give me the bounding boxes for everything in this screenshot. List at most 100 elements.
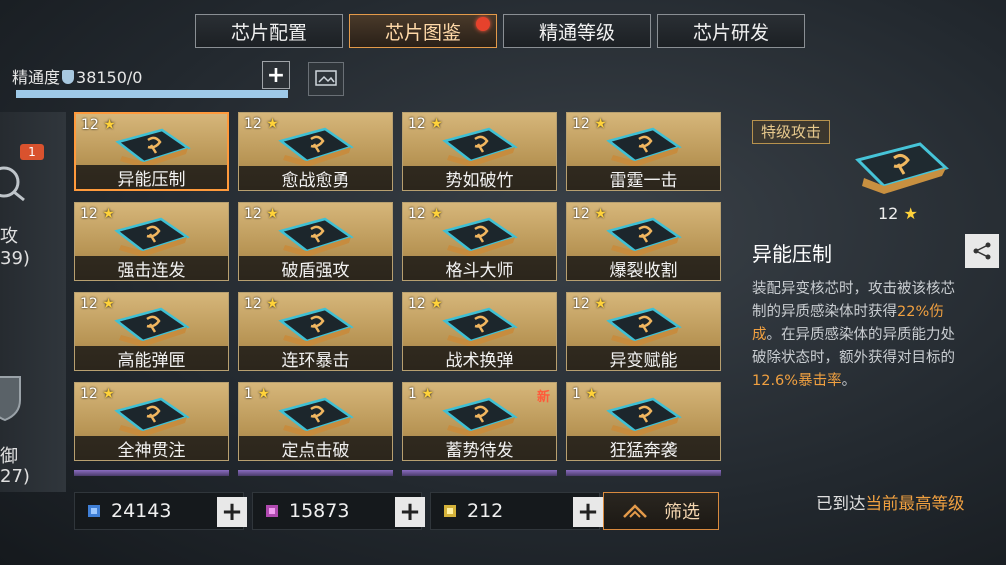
chip-card[interactable]: 1 ★ 定点击破	[238, 382, 393, 461]
chip-icon	[278, 307, 354, 347]
chip-card[interactable]: 12 ★ 战术换弹	[402, 292, 557, 371]
chip-level-value: 1	[244, 386, 253, 402]
resource-gold: 212 +	[430, 492, 603, 530]
description-line: 成。在异质感染体的异质能力处	[752, 324, 1006, 347]
chip-name: 愈战愈勇	[239, 166, 392, 190]
add-resource-button[interactable]: +	[573, 497, 603, 527]
chip-detail-panel: 特级攻击 12 ★ 异能压制 装配异变核芯时，攻击被该核芯 制的异质感染体时获得2…	[740, 112, 1006, 532]
description-line: 破除状态时，额外获得对目标的	[752, 347, 1006, 370]
chip-name: 爆裂收割	[567, 256, 720, 280]
chip-name: 蓄势待发	[403, 436, 556, 460]
resource-value: 24143	[111, 500, 172, 522]
mastery-progress-fill	[16, 90, 288, 98]
star-icon: ★	[421, 386, 434, 402]
max-level-highlight: 当前最高等级	[865, 494, 965, 513]
chip-icon	[114, 307, 190, 347]
tab-chip-config[interactable]: 芯片配置	[195, 14, 343, 48]
add-resource-button[interactable]: +	[395, 497, 425, 527]
chip-card[interactable]: 12 ★ 异能压制	[74, 112, 229, 191]
chip-card[interactable]: 12 ★ 破盾强攻	[238, 202, 393, 281]
chip-name: 高能弹匣	[75, 346, 228, 370]
chip-card[interactable]: 12 ★ 雷霆一击	[566, 112, 721, 191]
chip-card[interactable]: 1 ★ 新 蓄势待发	[402, 382, 557, 461]
chip-name: 战术换弹	[403, 346, 556, 370]
chip-name: 全神贯注	[75, 436, 228, 460]
description-text: 破除状态时，额外获得对目标的	[752, 350, 955, 366]
chip-level: 12 ★	[80, 386, 115, 402]
chip-name: 定点击破	[239, 436, 392, 460]
chip-level: 12 ★	[878, 204, 918, 223]
chip-grid: 12 ★ 异能压制 12 ★ 愈战愈勇 12 ★ 势如破竹 12 ★ 雷霆一击 …	[74, 112, 721, 461]
chip-card[interactable]: 12 ★ 愈战愈勇	[238, 112, 393, 191]
chip-name: 异变赋能	[567, 346, 720, 370]
chip-description: 装配异变核芯时，攻击被该核芯 制的异质感染体时获得22%伤 成。在异质感染体的异质能…	[752, 278, 1006, 393]
chip-card[interactable]: 12 ★ 连环暴击	[238, 292, 393, 371]
chip-card[interactable]: 12 ★ 异变赋能	[566, 292, 721, 371]
notification-badge: 1	[20, 144, 44, 160]
chip-name: 势如破竹	[403, 166, 556, 190]
chip-icon	[606, 217, 682, 257]
filter-label: 筛选	[664, 502, 700, 523]
mastery-value: 38150/0	[76, 68, 143, 87]
mastery-panel: 精通度 38150/0	[0, 60, 300, 104]
chip-level-value: 12	[81, 117, 99, 133]
chip-icon	[442, 127, 518, 167]
tab-label: 芯片研发	[692, 21, 769, 44]
chip-card[interactable]: 1 ★ 狂猛奔袭	[566, 382, 721, 461]
share-icon[interactable]	[965, 234, 999, 268]
shield-icon[interactable]	[0, 372, 30, 422]
gallery-icon[interactable]	[308, 62, 344, 96]
crosshair-icon[interactable]	[0, 162, 30, 202]
description-highlight: 22%伤	[897, 304, 944, 320]
tab-mastery-level[interactable]: 精通等级	[503, 14, 651, 48]
chip-card[interactable]: 12 ★ 强击连发	[74, 202, 229, 281]
tab-chip-codex[interactable]: 芯片图鉴	[349, 14, 497, 48]
chip-name: 异能压制	[76, 165, 227, 189]
chip-icon	[606, 397, 682, 437]
chip-card[interactable]: 12 ★ 势如破竹	[402, 112, 557, 191]
tab-chip-research[interactable]: 芯片研发	[657, 14, 805, 48]
chip-level: 12 ★	[572, 296, 607, 312]
star-icon: ★	[903, 204, 918, 223]
filter-icon	[623, 504, 647, 518]
shield-icon	[62, 70, 75, 84]
chip-level: 12 ★	[244, 116, 279, 132]
chip-icon	[115, 128, 191, 168]
add-resource-button[interactable]: +	[217, 497, 247, 527]
chip-icon	[278, 217, 354, 257]
description-text: 装配异变核芯时，攻击被该核芯	[752, 281, 955, 297]
description-highlight: 12.6%暴击率	[752, 373, 842, 389]
star-icon: ★	[257, 386, 270, 402]
chip-level-value: 12	[878, 204, 899, 223]
top-tab-bar: 芯片配置 芯片图鉴 精通等级 芯片研发	[195, 14, 805, 48]
chip-level-value: 12	[408, 116, 426, 132]
description-line: 12.6%暴击率。	[752, 370, 1006, 393]
chip-name: 破盾强攻	[239, 256, 392, 280]
chip-level-value: 12	[572, 206, 590, 222]
chip-card[interactable]: 12 ★ 爆裂收割	[566, 202, 721, 281]
resource-bar: 24143 + 15873 + 212 +	[74, 492, 603, 530]
next-row-peek	[74, 470, 721, 476]
chip-level-value: 12	[572, 116, 590, 132]
chip-level: 12 ★	[408, 206, 443, 222]
chip-level: 1 ★	[572, 386, 598, 402]
star-icon: ★	[585, 386, 598, 402]
chip-category-tag: 特级攻击	[752, 120, 831, 144]
add-mastery-button[interactable]: +	[262, 61, 290, 89]
chip-icon	[114, 397, 190, 437]
filter-button[interactable]: 筛选	[603, 492, 719, 530]
side-defense-count: 27)	[0, 466, 30, 487]
chip-card[interactable]: 12 ★ 格斗大师	[402, 202, 557, 281]
chip-level-value: 12	[244, 116, 262, 132]
chip-name: 格斗大师	[403, 256, 556, 280]
chip-level-value: 1	[572, 386, 581, 402]
chip-card[interactable]: 12 ★ 全神贯注	[74, 382, 229, 461]
description-highlight: 成	[752, 327, 767, 343]
new-badge: 新	[536, 390, 550, 405]
chip-name: 狂猛奔袭	[567, 436, 720, 460]
blue-gem-icon	[88, 505, 100, 517]
chip-level: 12 ★	[408, 116, 443, 132]
chip-level: 1 ★	[408, 386, 434, 402]
mastery-text: 精通度 38150/0	[12, 64, 142, 88]
chip-card[interactable]: 12 ★ 高能弹匣	[74, 292, 229, 371]
